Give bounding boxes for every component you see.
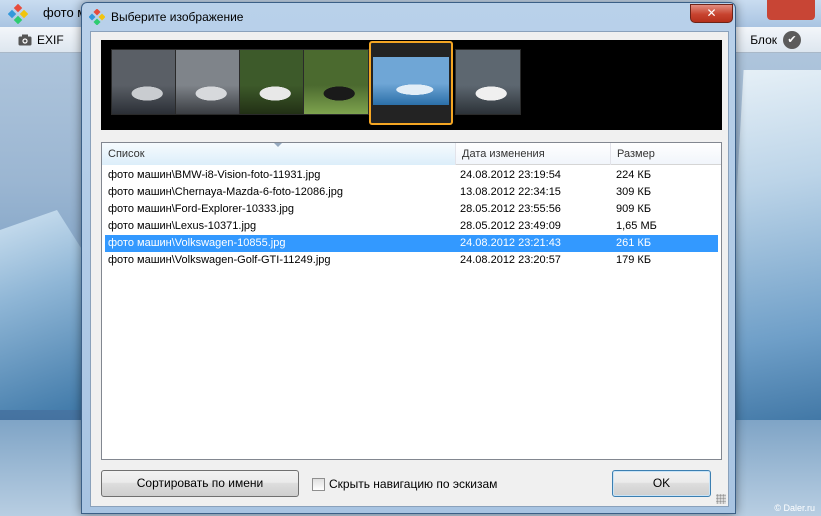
list-row[interactable]: фото машин\Chernaya-Mazda-6-foto-12086.j… — [102, 184, 721, 201]
file-name: фото машин\Lexus-10371.jpg — [108, 220, 257, 232]
thumbnail[interactable] — [239, 49, 305, 115]
file-name: фото машин\Chernaya-Mazda-6-foto-12086.j… — [108, 186, 343, 198]
dialog-titlebar[interactable]: Выберите изображение ✕ — [82, 3, 735, 31]
thumbnail-image — [456, 50, 520, 114]
list-header: Список Дата изменения Размер — [102, 143, 721, 165]
minimize-button[interactable] — [741, 0, 767, 18]
background-glacier-right — [735, 70, 821, 450]
thumbnail-selected[interactable] — [369, 41, 453, 125]
exif-label: EXIF — [37, 33, 64, 47]
ok-label: OK — [652, 476, 671, 490]
file-size: 261 КБ — [616, 237, 652, 249]
thumbnail-image — [112, 50, 176, 114]
dialog-close-button[interactable]: ✕ — [690, 4, 733, 23]
list-rows: фото машин\BMW-i8-Vision-foto-11931.jpg … — [102, 167, 721, 269]
file-date: 24.08.2012 23:19:54 — [460, 169, 561, 181]
select-image-dialog: Выберите изображение ✕ Список Дата измен… — [81, 2, 736, 514]
watermark: © Daler.ru — [774, 503, 815, 513]
list-row-selected[interactable]: фото машин\Volkswagen-10855.jpg 24.08.20… — [105, 235, 718, 252]
file-name: фото машин\Ford-Explorer-10333.jpg — [108, 203, 295, 215]
ok-button[interactable]: OK — [612, 470, 711, 497]
file-list[interactable]: Список Дата изменения Размер фото машин\… — [101, 142, 722, 460]
hide-thumbnails-checkbox[interactable]: Скрыть навигацию по эскизам — [312, 476, 497, 492]
file-name: фото машин\Volkswagen-Golf-GTI-11249.jpg — [108, 254, 331, 266]
checkbox-box[interactable] — [312, 477, 325, 491]
dialog-client-area: Список Дата изменения Размер фото машин\… — [90, 31, 729, 507]
exif-button[interactable]: EXIF — [18, 31, 64, 49]
background-close-button[interactable] — [767, 0, 815, 20]
list-row[interactable]: фото машин\Volkswagen-Golf-GTI-11249.jpg… — [102, 252, 721, 269]
column-header-name-label: Список — [108, 148, 145, 160]
file-date: 13.08.2012 22:34:15 — [460, 186, 561, 198]
resize-grip-icon[interactable] — [716, 494, 726, 504]
list-row[interactable]: фото машин\Ford-Explorer-10333.jpg 28.05… — [102, 201, 721, 218]
thumbnail-image — [176, 50, 240, 114]
column-header-date[interactable]: Дата изменения — [456, 143, 611, 165]
thumbnail-image — [240, 50, 304, 114]
column-header-date-label: Дата изменения — [462, 148, 545, 160]
file-size: 179 КБ — [616, 254, 652, 266]
block-label: Блок — [750, 33, 777, 47]
column-header-name[interactable]: Список — [102, 143, 456, 165]
sort-by-name-button[interactable]: Сортировать по имени — [101, 470, 299, 497]
column-header-size-label: Размер — [617, 148, 655, 160]
file-date: 24.08.2012 23:20:57 — [460, 254, 561, 266]
column-header-size[interactable]: Размер — [611, 143, 721, 165]
dialog-title: Выберите изображение — [111, 10, 244, 24]
sort-arrow-icon — [274, 143, 282, 147]
thumbnail[interactable] — [303, 49, 369, 115]
close-icon: ✕ — [706, 6, 717, 20]
thumbnail[interactable] — [175, 49, 241, 115]
file-size: 1,65 МБ — [616, 220, 657, 232]
block-button[interactable]: Блок ✔ — [750, 30, 801, 50]
list-row[interactable]: фото машин\BMW-i8-Vision-foto-11931.jpg … — [102, 167, 721, 184]
file-name: фото машин\Volkswagen-10855.jpg — [108, 237, 286, 249]
app-logo-icon — [8, 4, 28, 24]
file-date: 24.08.2012 23:21:43 — [460, 237, 561, 249]
thumbnail-image — [304, 50, 368, 114]
hide-thumbnails-label: Скрыть навигацию по эскизам — [329, 477, 498, 491]
thumbnail-strip[interactable] — [101, 40, 722, 130]
file-date: 28.05.2012 23:49:09 — [460, 220, 561, 232]
file-date: 28.05.2012 23:55:56 — [460, 203, 561, 215]
dialog-app-icon — [89, 9, 105, 25]
list-row[interactable]: фото машин\Lexus-10371.jpg 28.05.2012 23… — [102, 218, 721, 235]
file-size: 224 КБ — [616, 169, 652, 181]
thumbnail-image — [373, 57, 449, 105]
file-name: фото машин\BMW-i8-Vision-foto-11931.jpg — [108, 169, 321, 181]
thumbnail[interactable] — [111, 49, 177, 115]
file-size: 309 КБ — [616, 186, 652, 198]
thumbnail[interactable] — [455, 49, 521, 115]
camera-icon — [18, 34, 32, 46]
file-size: 909 КБ — [616, 203, 652, 215]
checkmark-icon: ✔ — [783, 31, 801, 49]
sort-by-name-label: Сортировать по имени — [136, 476, 264, 490]
